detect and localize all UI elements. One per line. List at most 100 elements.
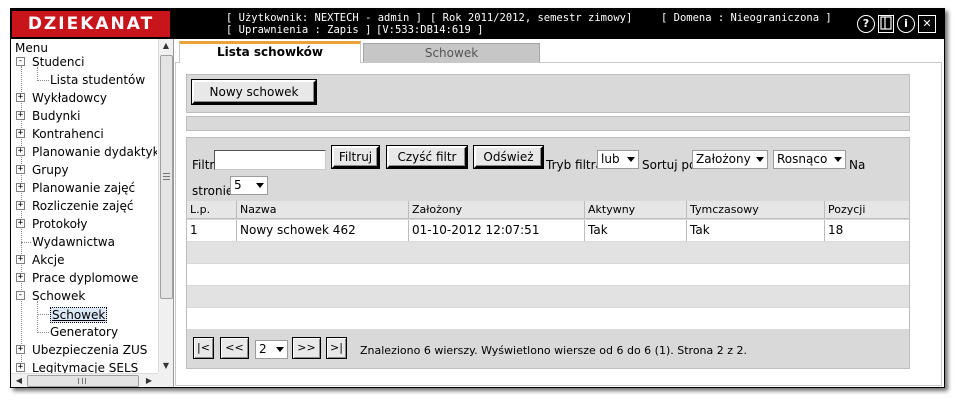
chevron-down-icon [256, 183, 264, 188]
sidebar-vertical-scrollbar[interactable]: ▲ ▼ [158, 39, 173, 373]
menu-tree: Menu - Studenci Lista studentów + Wykładowcy… [11, 39, 157, 373]
data-grid: L.p. Nazwa Założony Aktywny Tymczasowy P… [187, 201, 909, 332]
sidebar-item[interactable]: + Prace dyplomowe [11, 269, 157, 287]
sidebar-item[interactable]: Lista studentów [11, 71, 157, 89]
sidebar-item[interactable]: + Grupy [11, 161, 157, 179]
sidebar-item[interactable]: + Akcje [11, 251, 157, 269]
app-logo[interactable]: DZIEKANAT [12, 11, 170, 37]
pager-status: Znaleziono 6 wierszy. Wyświetlono wiersz… [360, 344, 748, 357]
cell-lp: 1 [187, 220, 237, 241]
sidebar-item[interactable]: + Rozliczenie zajęć [11, 197, 157, 215]
last-page-button[interactable]: >| [326, 337, 347, 359]
new-clipboard-button[interactable]: Nowy schowek [192, 80, 316, 104]
sidebar-item[interactable]: + Budynki [11, 107, 157, 125]
cell-active: Tak [585, 220, 687, 241]
per-page-select[interactable]: 5 [230, 176, 268, 195]
expand-icon[interactable]: + [16, 345, 25, 354]
sidebar-item[interactable]: + Planowanie zajęć [11, 179, 157, 197]
column-header-temporary[interactable]: Tymczasowy [687, 201, 825, 219]
sidebar-item[interactable]: Wydawnictwa [11, 233, 157, 251]
scroll-down-icon[interactable]: ▼ [159, 359, 173, 373]
first-page-button[interactable]: |< [193, 337, 214, 359]
sidebar-item[interactable]: + Wykładowcy [11, 89, 157, 107]
toolbar-panel: Nowy schowek [186, 74, 910, 113]
cell-positions: 18 [825, 220, 909, 241]
expand-icon[interactable]: + [16, 183, 25, 192]
info-icon[interactable]: i [897, 15, 915, 33]
expand-icon[interactable]: + [16, 129, 25, 138]
expand-icon[interactable]: + [16, 273, 25, 282]
expand-icon[interactable]: + [16, 93, 25, 102]
expand-icon[interactable]: + [16, 219, 25, 228]
sidebar-item-label: Kontrahenci [32, 127, 104, 141]
sort-by-select[interactable]: Założony [692, 150, 768, 169]
column-header-positions[interactable]: Pozycji [825, 201, 909, 219]
column-header-created[interactable]: Założony [409, 201, 585, 219]
expand-icon[interactable]: + [16, 111, 25, 120]
sidebar-item[interactable]: + Kontrahenci [11, 125, 157, 143]
chevron-down-icon [834, 157, 842, 162]
tab-lista-schowkow[interactable]: Lista schowków [179, 41, 361, 63]
sidebar: Menu - Studenci Lista studentów + Wykładowcy… [11, 39, 174, 387]
sidebar-item-label: Legitymacje SELS [32, 361, 139, 373]
page-select[interactable]: 2 [255, 340, 288, 359]
sidebar-item-label: Planowanie zajęć [32, 181, 136, 195]
sidebar-item-label: Budynki [32, 109, 81, 123]
sort-order-select[interactable]: Rosnąco [773, 150, 846, 169]
column-header-lp[interactable]: L.p. [187, 201, 237, 219]
sidebar-item-label: Studenci [32, 55, 85, 69]
empty-row [187, 242, 909, 263]
tab-schowek[interactable]: Schowek [363, 43, 540, 63]
scroll-right-icon[interactable]: ▶ [142, 374, 156, 387]
scrollbar-thumb[interactable] [160, 55, 173, 299]
filter-mode-select[interactable]: lub [597, 150, 639, 169]
sidebar-item-label: Lista studentów [50, 73, 146, 87]
panel-icon[interactable] [878, 15, 894, 33]
sidebar-horizontal-scrollbar[interactable]: ◀ ▶ [11, 373, 158, 387]
filter-button[interactable]: Filtruj [332, 146, 379, 168]
expand-icon[interactable]: + [16, 363, 25, 372]
sidebar-item[interactable]: + Planowanie dydaktyki [11, 143, 157, 161]
expand-icon[interactable]: + [16, 201, 25, 210]
collapse-icon[interactable]: - [16, 291, 25, 300]
sidebar-item-label: Grupy [32, 163, 69, 177]
hscrollbar-thumb[interactable] [27, 375, 139, 387]
sidebar-item[interactable]: + Legitymacje SELS [11, 359, 157, 373]
sidebar-item-label: Protokoły [32, 217, 88, 231]
sidebar-item[interactable]: - Studenci [11, 53, 157, 71]
sidebar-item[interactable]: Schowek [11, 305, 157, 323]
clear-filter-button[interactable]: Czyść filtr [387, 146, 467, 168]
sidebar-item[interactable]: + Protokoły [11, 215, 157, 233]
column-header-active[interactable]: Aktywny [585, 201, 687, 219]
sidebar-item[interactable]: - Schowek [11, 287, 157, 305]
sidebar-item-label: Prace dyplomowe [32, 271, 139, 285]
per-page-label: Na [849, 158, 866, 172]
help-icon[interactable]: ? [857, 15, 875, 33]
expand-icon[interactable]: + [16, 255, 25, 264]
permissions-info: [ Uprawnienia : Zapis ] [226, 24, 372, 36]
empty-row [187, 308, 909, 329]
sidebar-item[interactable]: Generatory [11, 323, 157, 341]
close-icon[interactable]: ✕ [918, 15, 936, 33]
separator-bar [186, 116, 910, 131]
sort-by-label: Sortuj po [642, 158, 697, 172]
list-panel: Filtr Filtruj Czyść filtr Odśwież Tryb f… [186, 137, 910, 369]
column-header-name[interactable]: Nazwa [237, 201, 409, 219]
refresh-button[interactable]: Odśwież [474, 146, 543, 168]
expand-icon[interactable]: + [16, 147, 25, 156]
sidebar-item-label-selected: Schowek [50, 307, 108, 323]
chevron-down-icon [276, 347, 284, 352]
sidebar-item-label: Wydawnictwa [32, 235, 115, 249]
empty-row [187, 286, 909, 307]
collapse-icon[interactable]: - [16, 57, 25, 66]
filter-mode-label: Tryb filtra [546, 158, 603, 172]
scroll-up-icon[interactable]: ▲ [159, 39, 173, 53]
filter-input[interactable] [214, 150, 326, 170]
sidebar-item[interactable]: + Ubezpieczenia ZUS [11, 341, 157, 359]
expand-icon[interactable]: + [16, 165, 25, 174]
next-page-button[interactable]: >> [292, 337, 321, 359]
filter-label: Filtr [192, 158, 215, 172]
previous-page-button[interactable]: << [220, 337, 249, 359]
table-row[interactable]: 1 Nowy schowek 462 01-10-2012 12:07:51 T… [187, 220, 909, 241]
scroll-left-icon[interactable]: ◀ [12, 374, 26, 387]
